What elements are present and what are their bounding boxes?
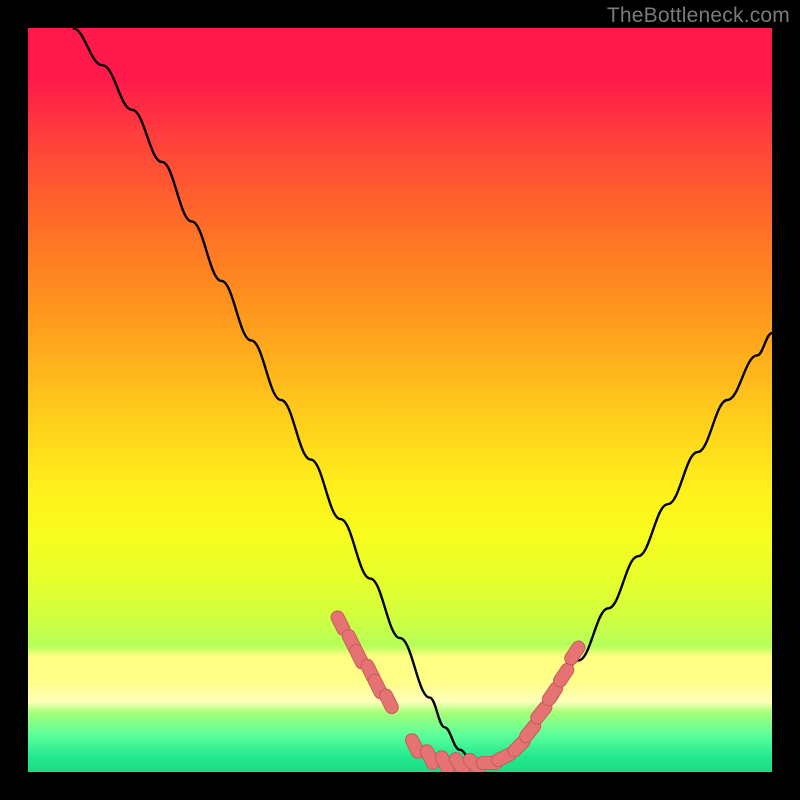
watermark-label: TheBottleneck.com	[607, 4, 790, 28]
chart-svg	[28, 28, 772, 772]
plot-area	[28, 28, 772, 772]
chart-frame: TheBottleneck.com	[0, 0, 800, 800]
bottleneck-curve	[73, 28, 772, 765]
curve-marker	[377, 687, 400, 716]
marker-group	[329, 609, 588, 772]
